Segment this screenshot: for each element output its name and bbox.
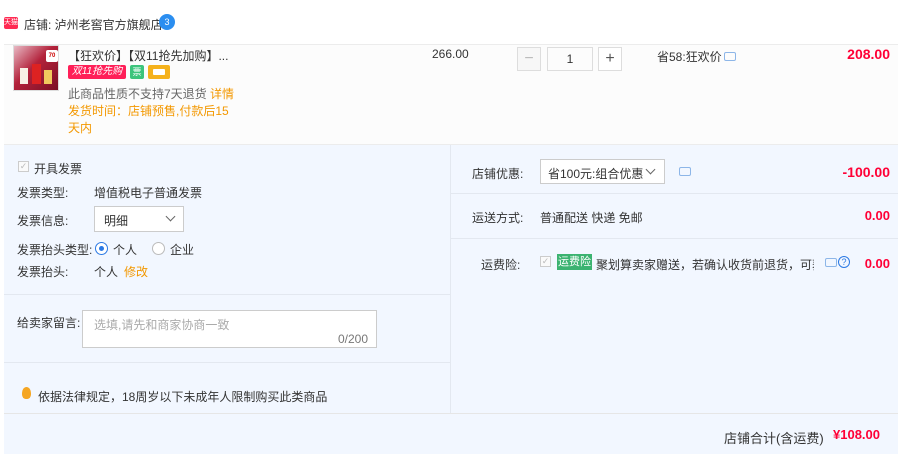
discount-amount: -100.00 <box>842 164 890 180</box>
invoice-info-label: 发票信息: <box>17 214 69 228</box>
quantity-input[interactable]: 1 <box>547 47 593 71</box>
tmall-icon: 天猫 <box>4 17 18 29</box>
invoice-info-value: 明细 <box>104 214 129 228</box>
insurance-label: 运费险: <box>481 258 521 272</box>
invoice-header-value: 个人 <box>94 265 119 279</box>
item-total: 208.00 <box>847 46 890 62</box>
invoice-header-label: 发票抬头: <box>17 265 69 279</box>
invoice-header-type-label: 发票抬头类型: <box>17 243 93 257</box>
shipping-amount: 0.00 <box>864 208 890 223</box>
discount-value: 省100元:组合优惠 <box>548 167 644 181</box>
saving-text: 省58:狂欢价 <box>657 50 722 64</box>
radio-company[interactable] <box>152 242 165 255</box>
chat-icon[interactable]: 3 <box>159 14 175 30</box>
divider <box>451 193 898 194</box>
product-image-badge: 70 <box>46 50 58 62</box>
discount-label: 店铺优惠: <box>472 167 524 181</box>
quantity-plus-button[interactable]: + <box>598 47 622 71</box>
divider <box>451 238 898 239</box>
product-image-box <box>32 64 41 84</box>
ship-time: 发货时间：店铺预售,付款后15天内 <box>68 104 229 135</box>
promo-tag: 双11抢先购 <box>68 65 126 79</box>
invoice-type-label: 发票类型: <box>17 186 69 200</box>
insurance-text: 聚划算卖家赠送，若确认收货前退货，可获... <box>596 258 814 272</box>
detail-link[interactable]: 详情 <box>210 87 234 101</box>
product-title[interactable]: 【狂欢价】【双11抢先加购】... <box>68 47 228 64</box>
shop-total-value: ¥108.00 <box>833 427 880 442</box>
chevron-down-icon <box>165 211 176 222</box>
product-image-gift <box>44 70 52 84</box>
quantity-minus-button[interactable]: − <box>517 47 541 71</box>
insurance-amount: 0.00 <box>864 256 890 271</box>
chevron-down-icon <box>645 164 656 175</box>
radio-personal[interactable] <box>95 242 108 255</box>
unit-price: 266.00 <box>432 47 469 61</box>
radio-company-label: 企业 <box>170 243 195 257</box>
divider <box>4 294 450 295</box>
insurance-checkbox[interactable]: ✓ <box>540 256 551 267</box>
message-placeholder: 选填,请先和商家协商一致 <box>94 318 230 332</box>
message-counter: 0/200 <box>337 332 368 346</box>
comment-icon[interactable] <box>679 167 691 176</box>
age-restriction-tip: 依据法律规定，18周岁以下未成年人限制购买此类商品 <box>38 390 328 404</box>
divider <box>4 362 450 363</box>
product-image[interactable]: 70 <box>13 45 59 91</box>
comment-icon[interactable] <box>724 52 736 61</box>
message-label: 给卖家留言: <box>17 316 81 330</box>
radio-personal-label: 个人 <box>113 243 138 257</box>
shipping-value: 普通配送 快递 免邮 <box>540 211 643 225</box>
invoice-type-value: 增值税电子普通发票 <box>94 186 203 200</box>
quantity-stepper: − 1 + <box>517 47 627 71</box>
shipping-label: 运送方式: <box>472 211 524 225</box>
invoice-checkbox[interactable]: ✓ <box>18 161 29 172</box>
order-summary-panel <box>450 145 898 413</box>
discount-select[interactable]: 省100元:组合优惠 <box>540 159 665 184</box>
shop-name[interactable]: 店铺: 泸州老窖官方旗舰店 <box>24 16 163 33</box>
shop-total-label: 店铺合计(含运费) <box>724 431 824 446</box>
edit-link[interactable]: 修改 <box>124 263 148 280</box>
insurance-tag: 运费险 <box>557 254 592 270</box>
invoice-tag-icon: 票 <box>130 65 144 79</box>
no-return-text: 此商品性质不支持7天退货 <box>68 87 207 101</box>
card-icon <box>148 65 170 79</box>
invoice-title: 开具发票 <box>34 162 83 176</box>
lightbulb-icon <box>22 387 31 399</box>
message-input[interactable]: 选填,请先和商家协商一致 0/200 <box>82 310 377 348</box>
product-image-bottle <box>20 68 28 84</box>
invoice-panel <box>4 145 450 413</box>
invoice-info-select[interactable]: 明细 <box>94 206 184 232</box>
no-return-notice: 此商品性质不支持7天退货 详情 <box>68 85 234 102</box>
